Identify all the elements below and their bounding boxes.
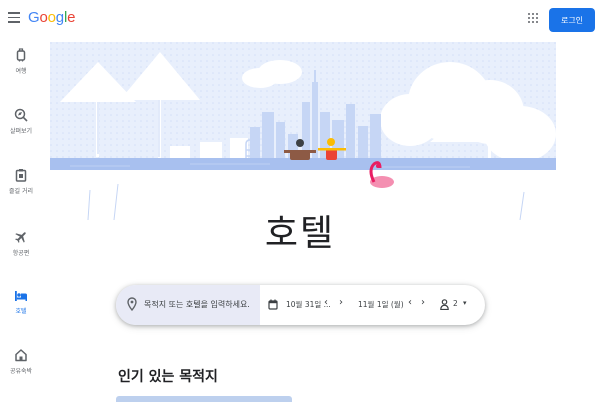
checkin-prev-day-button[interactable]: ‹ bbox=[321, 297, 331, 308]
person-icon bbox=[440, 299, 449, 310]
google-logo[interactable]: Google bbox=[28, 9, 75, 26]
sidebar-item-label: 여행 bbox=[15, 68, 27, 75]
hotel-search-bar: 목적지 또는 호텔을 입력하세요. 10월 31일 ... ‹ › 11월 1일… bbox=[116, 285, 485, 325]
guest-count: 2 bbox=[453, 299, 458, 308]
explore-icon bbox=[14, 108, 28, 122]
logo-letter: o bbox=[47, 9, 56, 26]
logo-letter: g bbox=[55, 9, 64, 26]
logo-letter: e bbox=[67, 9, 76, 26]
top-app-bar: Google 로그인 bbox=[0, 0, 600, 38]
logo-letter: o bbox=[39, 9, 48, 26]
things-to-do-icon bbox=[15, 169, 27, 182]
destination-card-preview[interactable] bbox=[116, 396, 292, 402]
sidebar-item-label: 공유숙박 bbox=[9, 368, 33, 375]
location-pin-icon bbox=[127, 297, 137, 311]
page-title: 호텔 bbox=[264, 213, 336, 254]
checkin-next-day-button[interactable]: › bbox=[336, 297, 346, 308]
vacation-rental-icon bbox=[15, 349, 27, 362]
checkout-date-text: 11월 1일 (월) bbox=[358, 300, 404, 309]
guests-selector[interactable]: 2 ▾ bbox=[436, 285, 476, 325]
checkout-date-field[interactable]: 11월 1일 (월) bbox=[354, 285, 408, 325]
logo-letter: G bbox=[28, 9, 40, 26]
popular-destinations-heading: 인기 있는 목적지 bbox=[118, 369, 218, 385]
calendar-icon bbox=[268, 299, 278, 310]
sidebar-item-label: 즐길 거리 bbox=[9, 188, 33, 195]
checkout-next-day-button[interactable]: › bbox=[418, 297, 428, 308]
sidebar-item-vacation-rentals[interactable]: 공유숙박 bbox=[0, 348, 42, 394]
hamburger-menu-icon[interactable] bbox=[8, 12, 20, 26]
sidebar-item-hotels[interactable]: 호텔 bbox=[0, 290, 42, 336]
sidebar-item-explore[interactable]: 살펴보기 bbox=[0, 108, 42, 154]
apps-grid-icon[interactable] bbox=[528, 13, 538, 23]
sidebar-item-label: 살펴보기 bbox=[9, 128, 33, 135]
destination-placeholder: 목적지 또는 호텔을 입력하세요. bbox=[144, 300, 250, 309]
destination-input[interactable]: 목적지 또는 호텔을 입력하세요. bbox=[116, 285, 260, 325]
checkout-prev-day-button[interactable]: ‹ bbox=[405, 297, 415, 308]
hotel-bed-icon bbox=[15, 291, 27, 301]
hotel-hero-illustration bbox=[50, 42, 556, 220]
chevron-down-icon: ▾ bbox=[463, 299, 467, 307]
travel-bag-icon bbox=[16, 48, 26, 62]
pool-city-illustration bbox=[50, 42, 556, 220]
sidebar-item-label: 호텔 bbox=[15, 308, 27, 315]
sidebar-item-travel[interactable]: 여행 bbox=[0, 48, 42, 94]
login-button[interactable]: 로그인 bbox=[549, 8, 595, 32]
